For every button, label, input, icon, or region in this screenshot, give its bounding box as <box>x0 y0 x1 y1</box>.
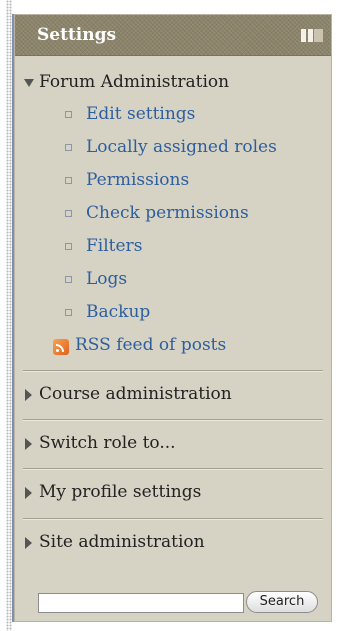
bullet-icon <box>65 144 72 151</box>
link-locally-assigned-roles[interactable]: Locally assigned roles <box>86 137 277 157</box>
section-forum-administration[interactable]: Forum Administration <box>39 72 229 92</box>
search-button[interactable]: Search <box>246 591 318 613</box>
block-title: Settings <box>37 25 117 45</box>
bullet-icon <box>65 111 72 118</box>
section-course-administration[interactable]: Course administration <box>39 384 232 404</box>
collapsed-triangle-icon[interactable] <box>25 438 32 450</box>
link-edit-settings[interactable]: Edit settings <box>86 104 195 124</box>
link-backup[interactable]: Backup <box>86 302 150 322</box>
expanded-triangle-icon[interactable] <box>24 79 34 87</box>
rss-icon[interactable] <box>53 339 69 355</box>
link-rss-feed[interactable]: RSS feed of posts <box>75 335 226 355</box>
collapsed-triangle-icon[interactable] <box>25 537 32 549</box>
link-permissions[interactable]: Permissions <box>86 170 189 190</box>
section-switch-role[interactable]: Switch role to... <box>39 433 176 453</box>
collapsed-triangle-icon[interactable] <box>25 389 32 401</box>
link-check-permissions[interactable]: Check permissions <box>86 203 249 223</box>
section-my-profile-settings[interactable]: My profile settings <box>39 482 201 502</box>
settings-block: Settings Forum Administration Edit setti… <box>14 14 332 622</box>
section-divider <box>23 370 323 372</box>
bullet-icon <box>65 177 72 184</box>
bullet-icon <box>65 309 72 316</box>
bullet-icon <box>65 210 72 217</box>
section-divider <box>23 419 323 421</box>
section-divider <box>23 468 323 470</box>
link-filters[interactable]: Filters <box>86 236 142 256</box>
bullet-icon <box>65 276 72 283</box>
block-header: Settings <box>15 15 331 56</box>
collapsed-triangle-icon[interactable] <box>25 487 32 499</box>
search-input[interactable] <box>38 593 244 613</box>
section-site-administration[interactable]: Site administration <box>39 532 205 552</box>
dock-icon[interactable] <box>301 29 323 42</box>
link-logs[interactable]: Logs <box>86 269 127 289</box>
section-divider <box>23 518 323 520</box>
bullet-icon <box>65 243 72 250</box>
